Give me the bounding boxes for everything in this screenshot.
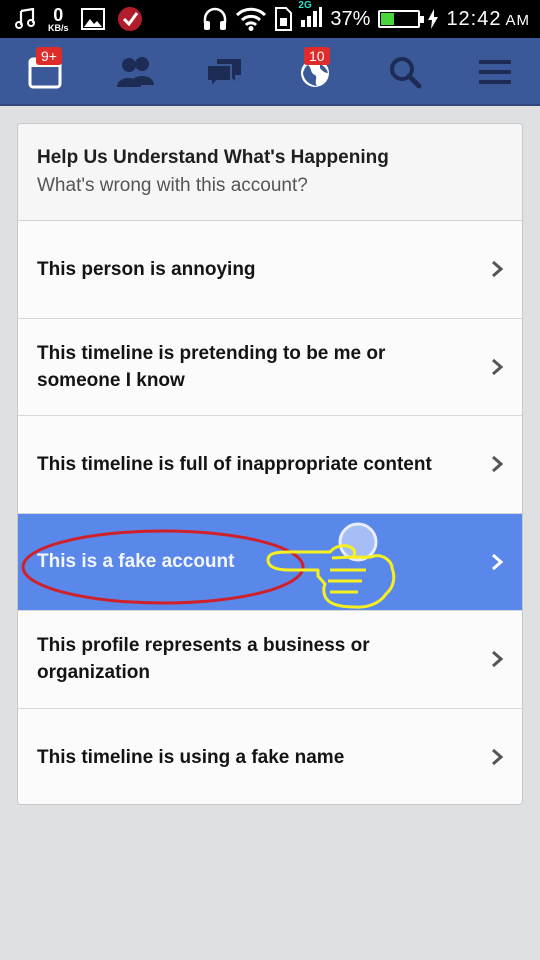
chevron-right-icon [492, 553, 504, 570]
report-dialog-subtitle: What's wrong with this account? [37, 175, 308, 196]
report-option-inappropriate[interactable]: This timeline is full of inappropriate c… [18, 416, 522, 514]
report-option-label: This profile represents a business or or… [37, 635, 370, 684]
search-icon [390, 57, 422, 89]
app-shield-icon [117, 7, 142, 31]
report-option-annoying[interactable]: This person is annoying [18, 221, 522, 319]
notifications-badge: 9+ [36, 47, 62, 65]
clock-time: 12:42 [446, 7, 502, 30]
report-option-business[interactable]: This profile represents a business or or… [18, 611, 522, 709]
clock-ampm: AM [505, 11, 530, 29]
battery-fill [381, 13, 395, 25]
report-option-label: This timeline is using a fake name [37, 746, 345, 768]
hamburger-menu-icon [479, 60, 511, 84]
clock: 12:42 AM [446, 8, 530, 31]
report-option-fake-name[interactable]: This timeline is using a fake name [18, 708, 522, 804]
chevron-right-icon [492, 261, 504, 278]
chevron-right-icon [492, 651, 504, 668]
gallery-image-icon [80, 8, 105, 30]
report-dialog-title: Help Us Understand What's Happening [37, 147, 389, 168]
report-option-pretending[interactable]: This timeline is pretending to be me or … [18, 318, 522, 416]
friends-icon [117, 57, 154, 87]
report-option-label: This timeline is full of inappropriate c… [37, 453, 432, 475]
messages-icon [206, 59, 241, 89]
sim-card-icon [275, 7, 293, 31]
nav-friends-button[interactable] [90, 38, 180, 106]
report-option-label: This person is annoying [37, 258, 256, 280]
nav-menu-button[interactable] [450, 38, 540, 106]
report-option-label: This timeline is pretending to be me or … [37, 342, 386, 391]
chevron-right-icon [492, 749, 504, 766]
chevron-right-icon [492, 358, 504, 375]
cell-signal-2g: 2G [298, 0, 323, 33]
nav-notifications-button[interactable]: 10 [270, 38, 360, 106]
chevron-right-icon [492, 456, 504, 473]
globe-notifications-badge: 10 [304, 47, 330, 65]
report-option-label: This is a fake account [37, 551, 235, 573]
report-dialog: Help Us Understand What's Happening What… [17, 123, 523, 805]
music-note-icon [15, 8, 35, 29]
top-navigation-bar: 9+ 10 [0, 38, 540, 106]
report-option-fake-account[interactable]: This is a fake account [18, 513, 522, 611]
status-bar: 0 KB/s 2G 37% 12:42 AM [0, 0, 540, 38]
battery-percent: 37% [330, 7, 371, 30]
charging-bolt-icon [428, 9, 439, 29]
nav-search-button[interactable] [360, 38, 450, 106]
nav-messages-button[interactable] [180, 38, 270, 106]
headphones-icon [204, 7, 227, 30]
report-dialog-header: Help Us Understand What's Happening What… [18, 124, 522, 221]
wifi-icon [236, 7, 267, 31]
data-speed-value: 0 [53, 4, 64, 25]
battery-icon [378, 10, 425, 28]
data-speed-indicator: 0 KB/s [48, 6, 69, 33]
network-type-label: 2G [298, 0, 312, 11]
nav-feed-button[interactable]: 9+ [0, 38, 90, 106]
data-speed-unit: KB/s [48, 22, 69, 33]
